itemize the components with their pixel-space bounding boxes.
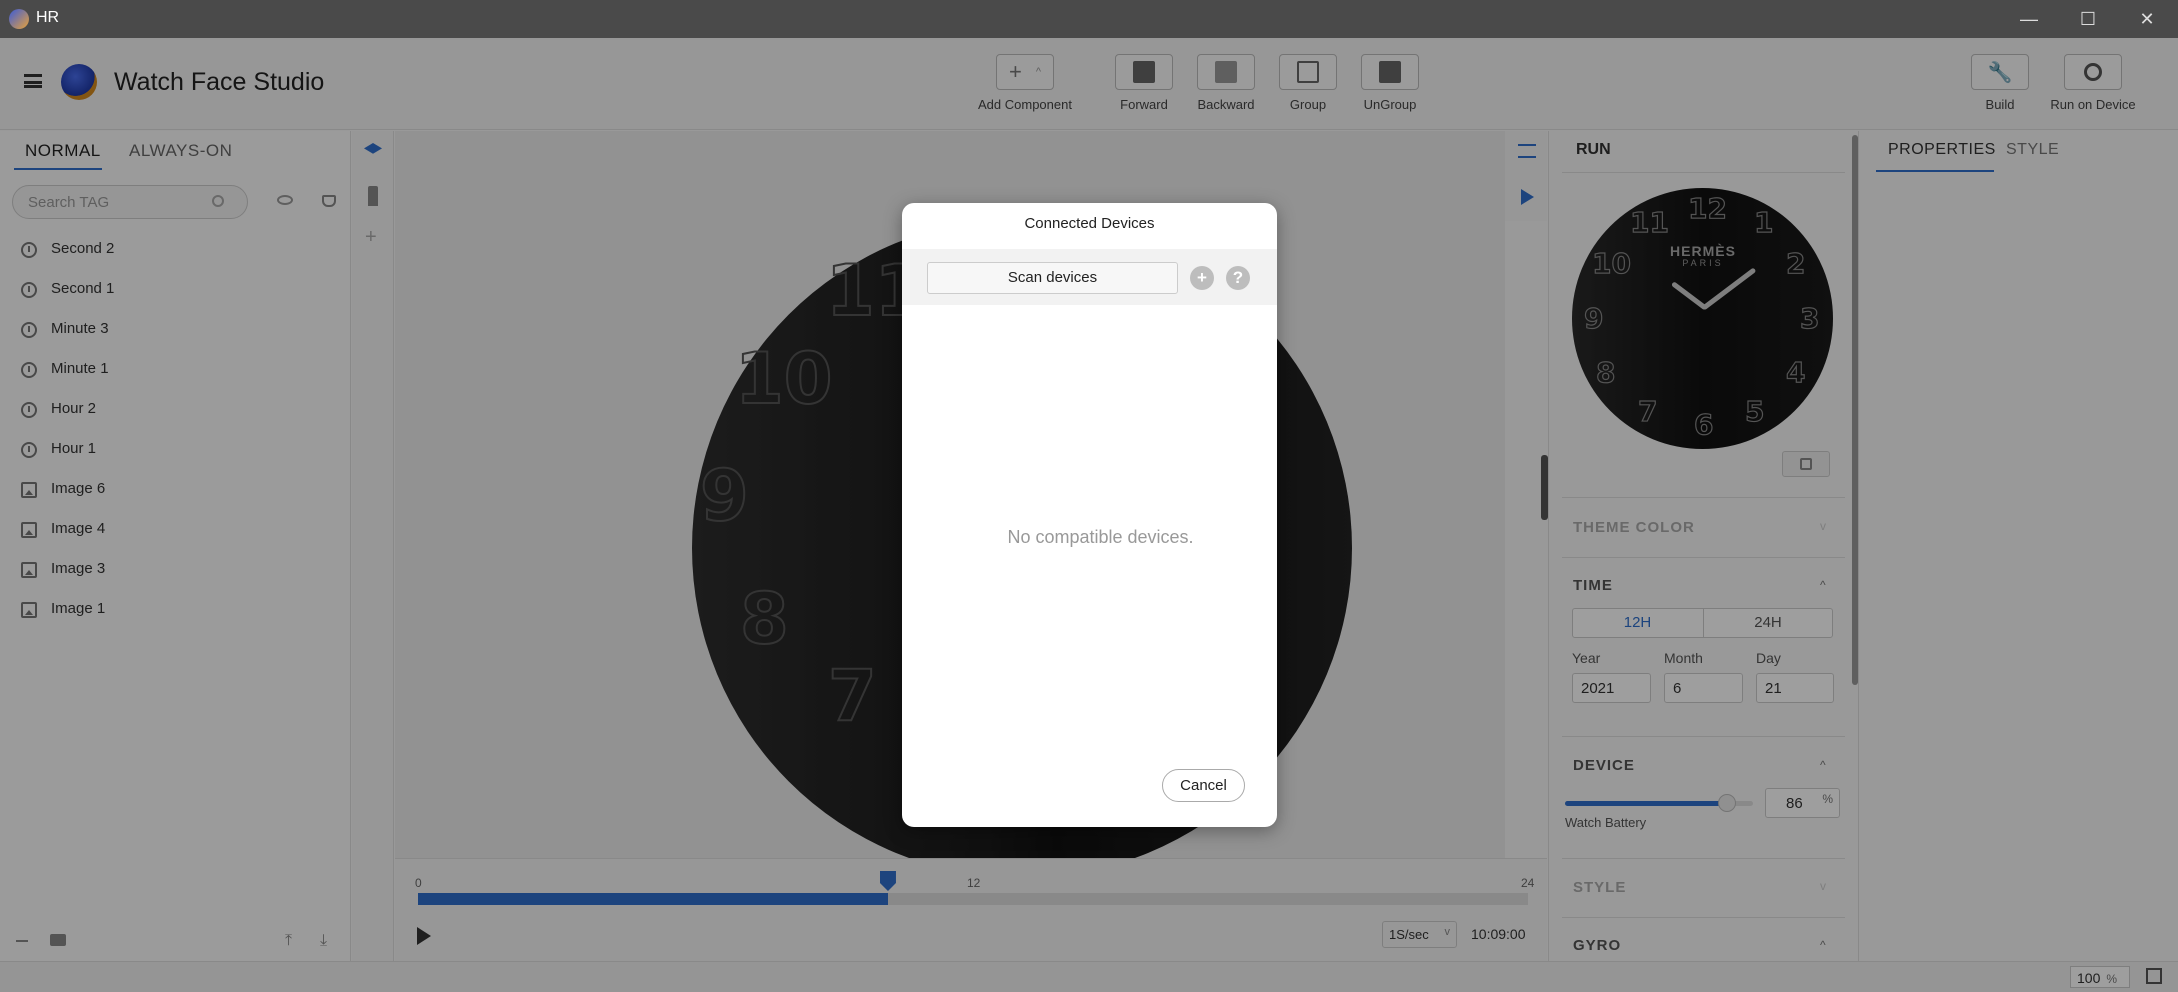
- window-titlebar: HR — ☐ ✕: [0, 0, 2178, 38]
- dialog-title: Connected Devices: [1024, 215, 1155, 232]
- window-title: HR: [36, 9, 60, 26]
- help-icon[interactable]: ?: [1226, 266, 1250, 290]
- app-icon: [9, 9, 29, 29]
- empty-state-message: No compatible devices.: [1007, 527, 1194, 547]
- cancel-button[interactable]: Cancel: [1162, 769, 1245, 802]
- maximize-icon[interactable]: ☐: [2059, 0, 2117, 38]
- close-icon[interactable]: ✕: [2118, 0, 2176, 38]
- minimize-icon[interactable]: —: [2000, 0, 2058, 38]
- scan-devices-button[interactable]: Scan devices: [927, 262, 1178, 294]
- connected-devices-dialog: Connected Devices Scan devices + ? No co…: [902, 203, 1277, 827]
- add-device-icon[interactable]: +: [1190, 266, 1214, 290]
